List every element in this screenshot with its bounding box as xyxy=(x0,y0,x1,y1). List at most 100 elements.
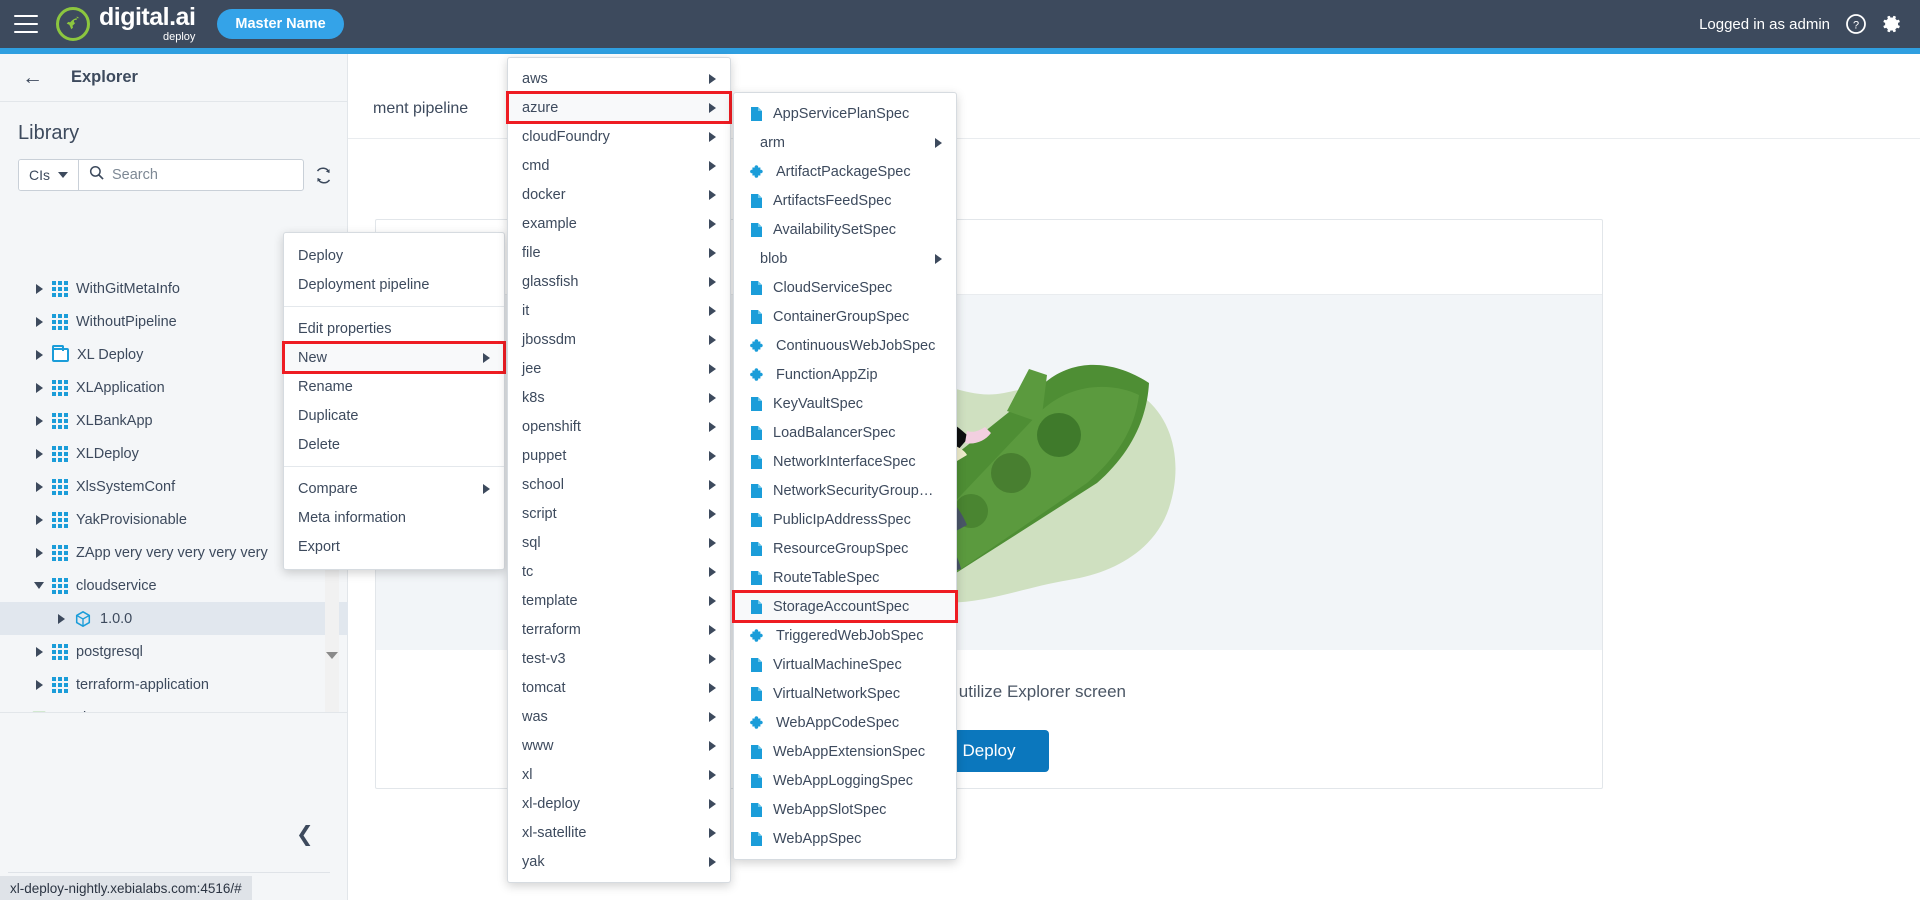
ci-type-select[interactable]: CIs xyxy=(19,160,79,190)
tree-node[interactable]: terraform-application xyxy=(0,668,348,701)
azure-menu-item[interactable]: blob xyxy=(734,244,956,273)
azure-menu-item[interactable]: WebAppSpec xyxy=(734,824,956,853)
hamburger-icon[interactable] xyxy=(14,15,38,33)
namespace-menu-item[interactable]: k8s xyxy=(508,383,730,412)
chevron-right-icon[interactable] xyxy=(34,481,44,492)
azure-menu-item[interactable]: ContinuousWebJobSpec xyxy=(734,331,956,360)
azure-menu-item[interactable]: NetworkSecurityGroupSp... xyxy=(734,476,956,505)
namespace-menu-item[interactable]: it xyxy=(508,296,730,325)
tree-node[interactable]: cloudservice xyxy=(0,569,348,602)
namespace-menu-item[interactable]: puppet xyxy=(508,441,730,470)
azure-menu-item[interactable]: WebAppCodeSpec xyxy=(734,708,956,737)
azure-menu-item[interactable]: StorageAccountSpec xyxy=(732,590,958,623)
context-menu-item[interactable]: Duplicate xyxy=(284,401,504,430)
namespace-menu-item[interactable]: terraform xyxy=(508,615,730,644)
azure-menu-item[interactable]: WebAppLoggingSpec xyxy=(734,766,956,795)
namespace-menu-item[interactable]: jbossdm xyxy=(508,325,730,354)
azure-menu-item[interactable]: WebAppExtensionSpec xyxy=(734,737,956,766)
tree-node[interactable]: Environments xyxy=(0,701,348,712)
chevron-right-icon[interactable] xyxy=(34,283,44,294)
namespace-menu-item[interactable]: yak xyxy=(508,847,730,876)
azure-menu-item[interactable]: ArtifactsFeedSpec xyxy=(734,186,956,215)
azure-menu-item[interactable]: VirtualNetworkSpec xyxy=(734,679,956,708)
azure-type-menu[interactable]: AppServicePlanSpec arm ArtifactPackageSpec… xyxy=(732,92,958,860)
azure-menu-item[interactable]: WebAppSlotSpec xyxy=(734,795,956,824)
context-menu-item[interactable]: Edit properties xyxy=(284,314,504,343)
search-input[interactable] xyxy=(112,167,293,183)
azure-menu-item[interactable]: RouteTableSpec xyxy=(734,563,956,592)
namespace-menu-item[interactable]: xl-satellite xyxy=(508,818,730,847)
context-menu-item[interactable]: Delete xyxy=(284,430,504,459)
namespace-menu-item[interactable]: school xyxy=(508,470,730,499)
help-icon[interactable]: ? xyxy=(1846,14,1866,34)
library-label: Library xyxy=(18,122,80,144)
tree-node[interactable]: 1.0.0 xyxy=(0,602,348,635)
namespace-menu-item[interactable]: example xyxy=(508,209,730,238)
namespace-menu-item[interactable]: azure xyxy=(506,91,732,124)
azure-menu-item[interactable]: CloudServiceSpec xyxy=(734,273,956,302)
chevron-right-icon[interactable] xyxy=(34,646,44,657)
namespace-menu-item[interactable]: xl xyxy=(508,760,730,789)
master-name-pill[interactable]: Master Name xyxy=(217,9,344,39)
namespace-menu-item[interactable]: script xyxy=(508,499,730,528)
collapse-sidebar-button[interactable]: ❮ xyxy=(296,824,314,845)
new-type-namespace-menu[interactable]: aws azure cloudFoundry cmd docker example file… xyxy=(506,57,732,883)
namespace-menu-item[interactable]: glassfish xyxy=(508,267,730,296)
azure-menu-item[interactable]: VirtualMachineSpec xyxy=(734,650,956,679)
context-menu-item[interactable]: Deployment pipeline xyxy=(284,270,504,299)
namespace-menu-item[interactable]: template xyxy=(508,586,730,615)
azure-menu-item[interactable]: KeyVaultSpec xyxy=(734,389,956,418)
tree-node[interactable]: postgresql xyxy=(0,635,348,668)
azure-menu-item[interactable]: AppServicePlanSpec xyxy=(734,99,956,128)
namespace-menu-item[interactable]: www xyxy=(508,731,730,760)
azure-menu-item[interactable]: AvailabilitySetSpec xyxy=(734,215,956,244)
namespace-menu-item[interactable]: docker xyxy=(508,180,730,209)
chevron-right-icon[interactable] xyxy=(34,679,44,690)
context-menu-item[interactable]: New xyxy=(282,341,506,374)
namespace-menu-item[interactable]: file xyxy=(508,238,730,267)
azure-menu-item[interactable]: arm xyxy=(734,128,956,157)
namespace-menu-item[interactable]: aws xyxy=(508,64,730,93)
azure-menu-item[interactable]: ArtifactPackageSpec xyxy=(734,157,956,186)
context-menu-item[interactable]: Compare xyxy=(284,474,504,503)
azure-menu-item[interactable]: LoadBalancerSpec xyxy=(734,418,956,447)
context-menu-item-label: Meta information xyxy=(298,509,406,526)
context-menu[interactable]: Deploy Deployment pipeline Edit properties… xyxy=(282,232,506,570)
azure-menu-item[interactable]: PublicIpAddressSpec xyxy=(734,505,956,534)
context-menu-item[interactable]: Deploy xyxy=(284,241,504,270)
context-menu-item[interactable]: Rename xyxy=(284,372,504,401)
azure-menu-item[interactable]: FunctionAppZip xyxy=(734,360,956,389)
chevron-right-icon[interactable] xyxy=(56,613,66,624)
namespace-menu-item[interactable]: xl-deploy xyxy=(508,789,730,818)
chevron-right-icon[interactable] xyxy=(34,415,44,426)
gear-icon[interactable] xyxy=(1882,14,1902,34)
document-icon xyxy=(750,396,763,412)
chevron-right-icon[interactable] xyxy=(34,382,44,393)
namespace-menu-item[interactable]: tc xyxy=(508,557,730,586)
namespace-menu-item[interactable]: cloudFoundry xyxy=(508,122,730,151)
refresh-icon[interactable] xyxy=(314,166,333,185)
chevron-down-icon[interactable] xyxy=(34,581,44,591)
chevron-right-icon[interactable] xyxy=(34,316,44,327)
namespace-menu-item[interactable]: tomcat xyxy=(508,673,730,702)
context-menu-item[interactable]: Meta information xyxy=(284,503,504,532)
namespace-menu-item[interactable]: jee xyxy=(508,354,730,383)
namespace-menu-item[interactable]: sql xyxy=(508,528,730,557)
namespace-menu-item[interactable]: test-v3 xyxy=(508,644,730,673)
azure-menu-item[interactable]: NetworkInterfaceSpec xyxy=(734,447,956,476)
azure-menu-item[interactable]: TriggeredWebJobSpec xyxy=(734,621,956,650)
chevron-right-icon[interactable] xyxy=(34,547,44,558)
chevron-right-icon[interactable] xyxy=(34,448,44,459)
tree-scroll-down-icon[interactable] xyxy=(325,646,339,664)
chevron-right-icon[interactable] xyxy=(34,349,44,360)
namespace-menu-item[interactable]: was xyxy=(508,702,730,731)
submenu-arrow-icon xyxy=(709,334,716,345)
azure-menu-item[interactable]: ContainerGroupSpec xyxy=(734,302,956,331)
back-arrow-icon[interactable]: ← xyxy=(22,67,43,88)
chevron-right-icon[interactable] xyxy=(34,514,44,525)
namespace-menu-item[interactable]: openshift xyxy=(508,412,730,441)
context-menu-item[interactable]: Export xyxy=(284,532,504,561)
namespace-menu-item[interactable]: cmd xyxy=(508,151,730,180)
azure-menu-item[interactable]: ResourceGroupSpec xyxy=(734,534,956,563)
document-icon xyxy=(750,773,763,789)
